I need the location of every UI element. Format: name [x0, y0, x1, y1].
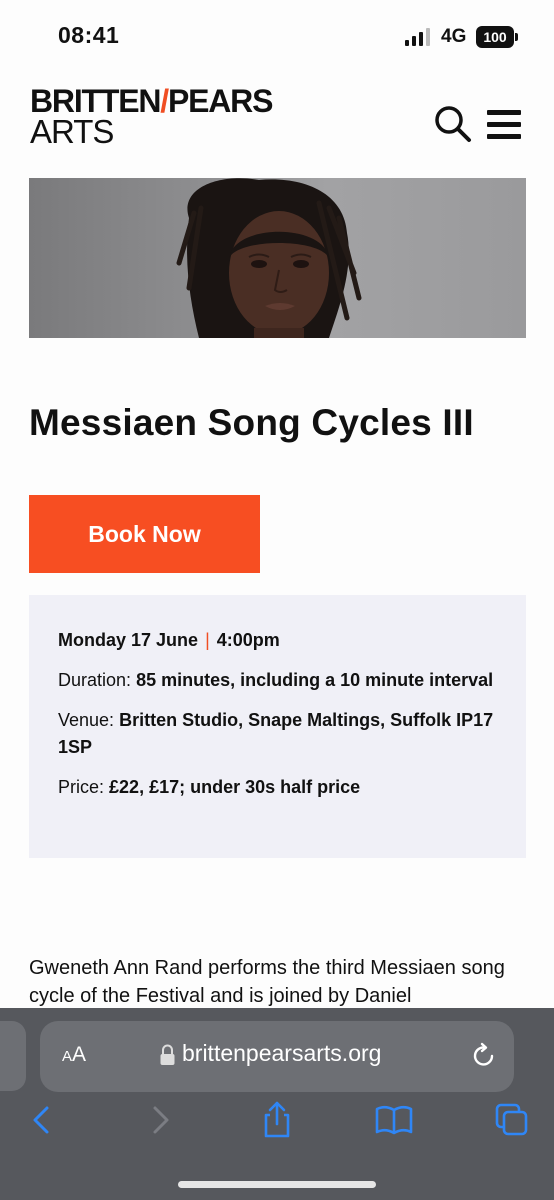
- browser-toolbar: AA brittenpearsarts.org: [0, 1008, 554, 1200]
- venue-value: Britten Studio, Snape Maltings, Suffolk …: [58, 710, 494, 757]
- reload-icon[interactable]: [470, 1042, 498, 1070]
- search-icon: [435, 106, 471, 142]
- event-time: 4:00pm: [216, 630, 280, 650]
- performer-portrait: [176, 178, 362, 338]
- hamburger-menu-button[interactable]: [487, 110, 523, 142]
- logo-text-arts: ARTS: [30, 113, 114, 150]
- price-label: Price:: [58, 777, 105, 797]
- back-icon[interactable]: [22, 1100, 62, 1140]
- event-details-panel: Monday 17 June | 4:00pm Duration: 85 min…: [29, 595, 526, 858]
- browser-nav-row: [0, 1100, 554, 1160]
- event-price: Price: £22, £17; under 30s half price: [58, 774, 498, 801]
- book-now-button[interactable]: Book Now: [29, 495, 260, 573]
- event-duration: Duration: 85 minutes, including a 10 min…: [58, 667, 498, 694]
- menu-icon: [487, 110, 523, 139]
- date-time-separator: |: [205, 630, 210, 650]
- tabs-icon[interactable]: [492, 1100, 532, 1140]
- status-bar: 08:41 4G 100: [0, 0, 554, 70]
- hero-image: [29, 178, 526, 338]
- venue-label: Venue:: [58, 710, 115, 730]
- lock-icon: [160, 1044, 175, 1065]
- text-size-button[interactable]: AA: [62, 1043, 86, 1067]
- network-type: 4G: [441, 26, 467, 47]
- share-icon[interactable]: [257, 1100, 297, 1140]
- event-venue: Venue: Britten Studio, Snape Maltings, S…: [58, 707, 498, 761]
- price-value: £22, £17; under 30s half price: [109, 777, 361, 797]
- cellular-signal-icon: [405, 28, 430, 46]
- event-date-time: Monday 17 June | 4:00pm: [58, 627, 498, 654]
- page-title: Messiaen Song Cycles III: [29, 402, 474, 443]
- event-description: Gweneth Ann Rand performs the third Mess…: [29, 957, 505, 1007]
- duration-label: Duration:: [58, 670, 132, 690]
- duration-value: 85 minutes, including a 10 minute interv…: [136, 670, 494, 690]
- search-button[interactable]: [433, 104, 473, 144]
- logo-accent: /: [160, 83, 169, 119]
- forward-icon[interactable]: [140, 1100, 180, 1140]
- home-indicator[interactable]: [178, 1181, 376, 1188]
- text-size-small: A: [62, 1048, 73, 1065]
- logo-text-pears: PEARS: [167, 83, 273, 119]
- bookmarks-icon[interactable]: [374, 1100, 414, 1140]
- logo-wordmark: BRITTEN/PEARS: [30, 83, 300, 119]
- status-time: 08:41: [58, 22, 120, 48]
- battery-icon: 100: [476, 26, 518, 48]
- url-text: brittenpearsarts.org: [182, 1040, 382, 1066]
- event-date: Monday 17 June: [58, 630, 199, 650]
- previous-tab-peek[interactable]: [0, 1021, 26, 1091]
- site-logo[interactable]: BRITTEN/PEARS ARTS: [30, 83, 300, 152]
- address-bar[interactable]: AA brittenpearsarts.org: [40, 1021, 514, 1092]
- text-size-large: A: [72, 1043, 87, 1066]
